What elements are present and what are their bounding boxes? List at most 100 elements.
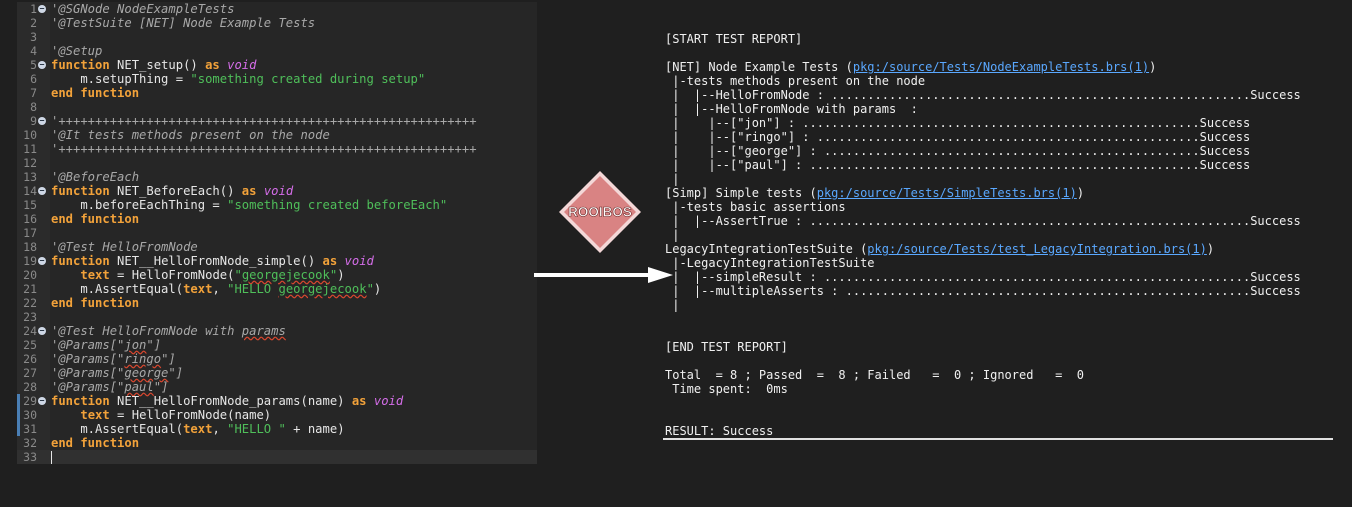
code-line[interactable]: 11 '+++++++++++++++++++++++++++++++++++++… — [17, 142, 537, 156]
code-line[interactable]: 28 '@Params["paul"] — [17, 380, 537, 394]
code-token: "something created during setup" — [190, 72, 426, 86]
code-line[interactable]: 10 '@It tests methods present on the node — [17, 128, 537, 142]
code-line[interactable]: 2 '@TestSuite [NET] Node Example Tests — [17, 16, 537, 30]
line-number: 26 — [23, 352, 37, 366]
code-text: '@SGNode NodeExampleTests — [51, 2, 234, 16]
code-line[interactable]: 19− function NET__HelloFromNode_simple() … — [17, 254, 537, 268]
code-line[interactable]: 27 '@Params["george"] — [17, 366, 537, 380]
code-line[interactable]: 9− '+++++++++++++++++++++++++++++++++++++… — [17, 114, 537, 128]
code-line[interactable]: 8 — [17, 100, 537, 114]
line-number: 10 — [23, 128, 37, 142]
code-token: NET__HelloFromNode_params(name) — [109, 394, 352, 408]
report-text: [Simp] Simple tests ( — [665, 186, 817, 200]
code-token: "HELLO — [227, 282, 279, 296]
report-line: RESULT: Success — [665, 424, 773, 438]
code-line[interactable]: 16 end function — [17, 212, 537, 226]
code-line[interactable]: 24− '@Test HelloFromNode with params — [17, 324, 537, 338]
report-text: | |--["george"] : ......................… — [665, 144, 1251, 158]
code-line[interactable]: 7 end function — [17, 86, 537, 100]
source-file-link[interactable]: pkg:/source/Tests/SimpleTests.brs(1) — [817, 186, 1077, 200]
code-line[interactable]: 22 end function — [17, 296, 537, 310]
code-line[interactable]: 1− '@SGNode NodeExampleTests — [17, 2, 537, 16]
code-line[interactable]: 26 '@Params["ringo"] — [17, 352, 537, 366]
code-token: text — [183, 282, 213, 296]
code-line[interactable]: 4 '@Setup — [17, 44, 537, 58]
code-token: text — [80, 408, 110, 422]
code-token: void — [373, 394, 404, 408]
fold-toggle-icon[interactable]: − — [38, 117, 46, 125]
code-editor[interactable]: 1− '@SGNode NodeExampleTests 2 '@TestSuite … — [17, 2, 537, 464]
code-text: text = HelloFromNode("georgejecook") — [51, 268, 344, 282]
code-token: '+++++++++++++++++++++++++++++++++++++++… — [51, 114, 477, 128]
line-number: 15 — [23, 198, 37, 212]
line-number: 31 — [23, 422, 37, 436]
line-number: 32 — [23, 436, 37, 450]
code-text: end function — [51, 86, 139, 100]
line-number: 22 — [23, 296, 37, 310]
report-line: | |--HelloFromNode : ...................… — [665, 88, 1301, 102]
fold-toggle-icon[interactable]: − — [38, 327, 46, 335]
arrow-icon — [534, 267, 673, 283]
code-line[interactable]: 30 text = HelloFromNode(name) — [17, 408, 537, 422]
code-line[interactable]: 14− function NET_BeforeEach() as void — [17, 184, 537, 198]
report-line: Total = 8 ; Passed = 8 ; Failed = 0 ; Ig… — [665, 368, 1084, 382]
code-token: jon — [124, 338, 147, 352]
code-line[interactable]: 3 — [17, 30, 537, 44]
code-line[interactable]: 21 m.AssertEqual(text, "HELLO georgejeco… — [17, 282, 537, 296]
fold-toggle-icon[interactable]: − — [38, 5, 46, 13]
code-line[interactable]: 33 — [17, 450, 537, 464]
code-token: void — [263, 184, 294, 198]
code-line[interactable]: 20 text = HelloFromNode("georgejecook") — [17, 268, 537, 282]
code-line[interactable]: 13 '@BeforeEach — [17, 170, 537, 184]
code-line[interactable]: 32 end function — [17, 436, 537, 450]
line-number: 14 — [23, 184, 37, 198]
code-line[interactable]: 6 m.setupThing = "something created duri… — [17, 72, 537, 86]
code-token: + name) — [285, 422, 345, 436]
logo-text: ROOIBOS — [568, 205, 632, 220]
code-token: , — [212, 282, 228, 296]
report-line: | |--AssertTrue : ......................… — [665, 214, 1301, 228]
code-line[interactable]: 31 m.AssertEqual(text, "HELLO " + name) — [17, 422, 537, 436]
code-line[interactable]: 29− function NET__HelloFromNode_params(na… — [17, 394, 537, 408]
report-text: LegacyIntegrationTestSuite ( — [665, 242, 868, 256]
line-number: 5 — [30, 58, 37, 72]
code-token: = HelloFromNode(name) — [109, 408, 272, 422]
code-text: end function — [51, 296, 139, 310]
code-line[interactable]: 5− function NET_setup() as void — [17, 58, 537, 72]
code-token: georgejecook — [278, 282, 367, 296]
code-token: '@Params[" — [51, 352, 125, 366]
code-token: m.AssertEqual( — [51, 422, 184, 436]
fold-toggle-icon[interactable]: − — [38, 257, 46, 265]
report-line: | — [665, 298, 679, 312]
code-token: "] — [168, 366, 184, 380]
source-file-link[interactable]: pkg:/source/Tests/NodeExampleTests.brs(1… — [853, 60, 1149, 74]
code-text: m.AssertEqual(text, "HELLO georgejecook"… — [51, 282, 381, 296]
report-text: | |--multipleAsserts : .................… — [665, 284, 1301, 298]
fold-toggle-icon[interactable]: − — [38, 397, 46, 405]
code-text: text = HelloFromNode(name) — [51, 408, 271, 422]
report-text: Time spent: 0ms — [665, 382, 788, 396]
code-token: text — [80, 268, 110, 282]
code-text: '@Setup — [51, 44, 102, 58]
code-token: '@TestSuite [NET] Node Example Tests — [51, 16, 316, 30]
line-number: 19 — [23, 254, 37, 268]
code-line[interactable]: 25 '@Params["jon"] — [17, 338, 537, 352]
source-file-link[interactable]: pkg:/source/Tests/test_LegacyIntegration… — [867, 242, 1207, 256]
code-token: ) — [373, 282, 382, 296]
report-line: [START TEST REPORT] — [665, 32, 802, 46]
report-text: | |--simpleResult : ....................… — [665, 270, 1301, 284]
code-text: '+++++++++++++++++++++++++++++++++++++++… — [51, 142, 477, 156]
code-line[interactable]: 17 — [17, 226, 537, 240]
fold-toggle-icon[interactable]: − — [38, 61, 46, 69]
fold-toggle-icon[interactable]: − — [38, 187, 46, 195]
code-text: function NET__HelloFromNode_simple() as … — [51, 254, 374, 268]
code-line[interactable]: 18 '@Test HelloFromNode — [17, 240, 537, 254]
code-line[interactable]: 23 — [17, 310, 537, 324]
code-token: " — [234, 268, 242, 282]
code-line[interactable]: 12 — [17, 156, 537, 170]
code-line[interactable]: 15 m.beforeEachThing = "something create… — [17, 198, 537, 212]
report-text: |-tests methods present on the node — [665, 74, 926, 88]
